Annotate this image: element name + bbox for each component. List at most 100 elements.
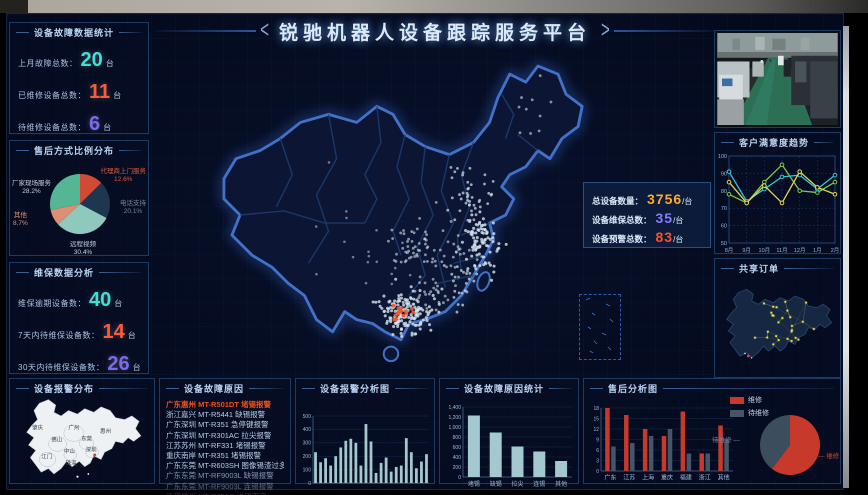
panel-fault-stats: 设备故障数据统计 上月故障总数： 20 台 已维修设备总数： 11 台 待维修设…	[9, 22, 149, 134]
stat-value: 35	[656, 210, 674, 226]
panel-title: 设备故障原因	[160, 379, 290, 396]
stat-label: 设备维保总数：	[592, 214, 652, 226]
svg-text:重庆: 重庆	[661, 474, 673, 482]
panel-satisfaction-trend: 客户满意度趋势 50607080901008月9月10月11月12月1月2月	[714, 132, 841, 254]
chevron-right-icon: >	[601, 4, 610, 58]
photo-wall-strip	[0, 0, 868, 13]
pie-slice-label: 代理商上门服务12.6%	[101, 168, 147, 183]
camera-feed	[714, 30, 841, 128]
overlay-stat-row: 总设备数量： 3756 /台	[592, 191, 702, 207]
svg-text:60: 60	[721, 224, 727, 230]
panel-maintenance: 维保数据分析 维保逾期设备数： 40 台 7天内待维保设备数： 14 台 30天…	[9, 262, 149, 374]
stat-value: 40	[89, 289, 111, 312]
svg-text:15: 15	[593, 416, 599, 422]
stat-unit: /台	[673, 215, 683, 226]
stat-row: 7天内待维保设备数： 14 台	[18, 321, 140, 344]
svg-text:800: 800	[453, 435, 462, 441]
panel-shared-orders: 共享订单	[714, 258, 841, 378]
svg-text:广州: 广州	[68, 424, 79, 432]
svg-text:50: 50	[721, 241, 727, 247]
svg-text:惠州: 惠州	[100, 427, 111, 435]
aftersales-pie2-chart	[750, 409, 830, 481]
svg-text:1,000: 1,000	[448, 425, 461, 431]
stat-label: 30天内待维保设备数：	[18, 362, 104, 373]
svg-text:1,200: 1,200	[448, 415, 461, 421]
pie-slice-label: 远程视频30.4%	[70, 241, 96, 256]
china-map-svg	[157, 54, 637, 376]
panel-title: 售后方式比例分布	[10, 141, 148, 158]
stat-value: 11	[89, 81, 110, 104]
panel-title-text: 售后方式比例分布	[34, 144, 114, 157]
panel-title-text: 客户满意度趋势	[739, 136, 809, 149]
panel-title-text: 设备故障数据统计	[34, 26, 114, 39]
fault-list-item: 浙江嘉兴 MT-R5441 缺锡报警	[166, 410, 284, 420]
panel-title: 客户满意度趋势	[715, 133, 840, 150]
stat-label: 总设备数量：	[592, 195, 643, 207]
svg-text:100: 100	[303, 467, 312, 473]
legend-swatch	[730, 397, 744, 404]
stat-unit: /台	[682, 196, 692, 207]
panel-title-text: 维保数据分析	[34, 266, 94, 279]
svg-text:400: 400	[303, 427, 312, 433]
pie-slice-label: 电话支持20.1%	[120, 200, 146, 215]
fault-list-item: 江苏苏州 MT-RF331 堵锡报警	[166, 441, 284, 451]
stat-value: 3756	[647, 191, 682, 207]
stat-label: 已维修设备总数：	[18, 90, 86, 101]
svg-text:0: 0	[596, 469, 599, 475]
header: < 锐驰机器人设备跟踪服务平台 >	[155, 14, 715, 48]
header-line-right	[614, 30, 715, 32]
stat-value: 6	[89, 113, 100, 136]
svg-text:9月: 9月	[742, 247, 751, 254]
svg-text:连锡: 连锡	[533, 480, 545, 488]
panel-fault-reasons: 设备故障原因 广东惠州 MT-R501DT 堵锡报警浙江嘉兴 MT-R5441 …	[159, 378, 291, 484]
svg-text:8月: 8月	[725, 247, 734, 254]
panel-title: 设备报警分析图	[296, 379, 434, 396]
panel-title-text: 设备故障原因统计	[464, 382, 544, 395]
panel-fault-reason-stats: 设备故障原因统计 02004006008001,0001,2001,400堵锡缺…	[439, 378, 579, 484]
fault-reason-list: 广东惠州 MT-R501DT 堵锡报警浙江嘉兴 MT-R5441 缺锡报警广东深…	[160, 396, 290, 495]
svg-text:福建: 福建	[680, 474, 692, 482]
stat-label: 维保逾期设备数：	[18, 298, 86, 309]
stat-unit: 台	[128, 330, 136, 341]
stat-row: 30天内待维保设备数： 26 台	[18, 353, 140, 376]
stat-row: 上月故障总数： 20 台	[18, 49, 140, 72]
hainan-island	[384, 347, 398, 361]
fault-list-item: 广东惠州 MT-R501DT 堵锡报警	[166, 400, 284, 410]
aftersales-pie-chart: 代理商上门服务12.6%电话支持20.1%远程视频30.4%其他8.7%厂家现场…	[10, 158, 148, 256]
panel-title-text: 共享订单	[739, 262, 779, 275]
panel-title-text: 设备报警分析图	[320, 382, 390, 395]
svg-text:400: 400	[453, 455, 462, 461]
pie-slice-label: 厂家现场服务28.2%	[12, 180, 51, 195]
stat-value: 20	[81, 49, 103, 72]
panel-title: 设备故障原因统计	[440, 379, 578, 396]
fault-list-item: 广东深圳 MT-R301AC 拉尖报警	[166, 431, 284, 441]
svg-text:0: 0	[458, 475, 461, 481]
panel-title: 设备报警分布	[10, 379, 154, 396]
header-line-left	[155, 30, 256, 32]
stat-unit: 台	[106, 58, 114, 69]
legend-item: 维修	[730, 395, 769, 405]
svg-text:中山: 中山	[64, 447, 75, 455]
stat-value: 83	[656, 229, 674, 245]
screen-reflection	[843, 26, 849, 488]
stat-label: 上月故障总数：	[18, 58, 78, 69]
panel-title: 共享订单	[715, 259, 840, 276]
overlay-stat-row: 设备预警总数： 83 /台	[592, 229, 702, 245]
svg-text:300: 300	[303, 441, 312, 447]
svg-text:200: 200	[453, 465, 462, 471]
fault-list-item: 广东深圳 MT-R351 急停键报警	[166, 420, 284, 430]
svg-text:深圳: 深圳	[86, 445, 97, 453]
fault-list-item: 重庆南岸 MT-R351 堵锡报警	[166, 451, 284, 461]
stat-unit: 台	[113, 90, 121, 101]
stat-row: 维保逾期设备数： 40 台	[18, 289, 140, 312]
fault-list-item: 广东东莞 MT-RF9003L 缺锡报警	[166, 471, 284, 481]
south-china-sea-inset	[579, 294, 621, 360]
panel-alarm-analysis: 设备报警分析图 0100200300400500	[295, 378, 435, 484]
svg-text:100: 100	[718, 154, 727, 160]
factory-floor-image	[717, 33, 838, 125]
svg-text:浙江: 浙江	[699, 474, 711, 482]
stat-unit: 台	[114, 298, 122, 309]
svg-text:东莞: 东莞	[81, 434, 92, 442]
china-map	[157, 54, 637, 376]
svg-text:江门: 江门	[41, 453, 52, 461]
